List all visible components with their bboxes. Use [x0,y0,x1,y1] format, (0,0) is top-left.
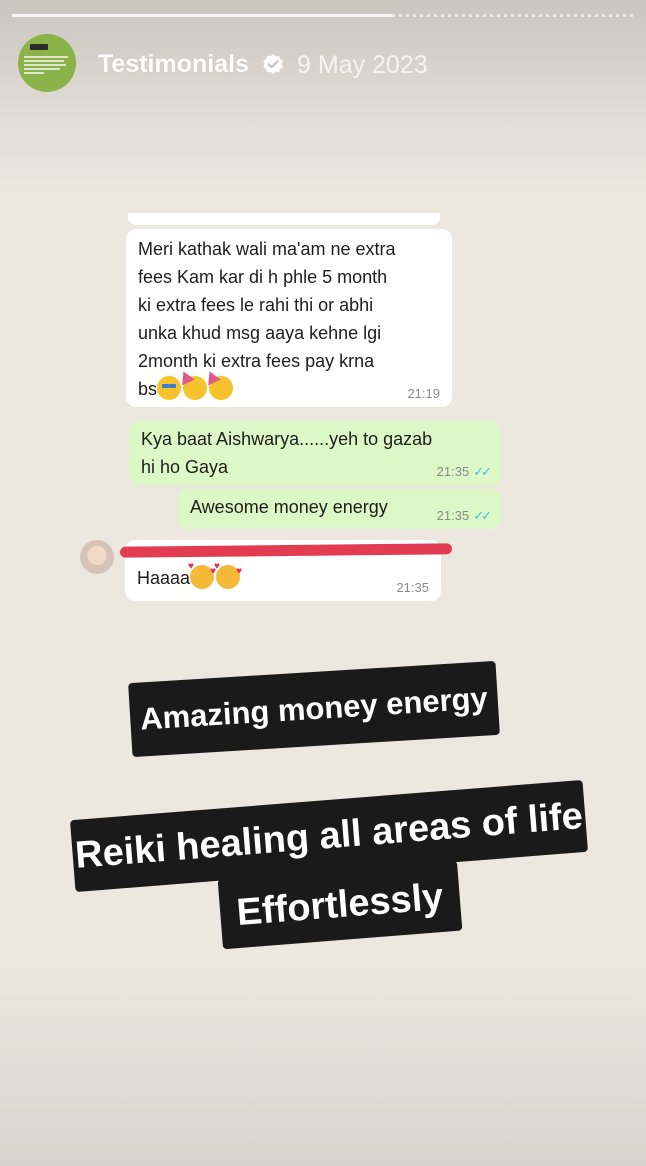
message-line: Kya baat Aishwarya......yeh to gazab [141,429,433,449]
read-ticks-icon: ✓✓ [473,464,492,479]
read-ticks-icon: ✓✓ [473,508,492,523]
chat-message-outgoing[interactable]: Kya baat Aishwarya......yeh to gazab hi … [129,421,501,485]
avatar-text-line [24,60,64,62]
avatar-logo-mark [30,44,48,50]
story-date: 9 May 2023 [297,51,428,79]
message-time: 21:35 [436,508,470,523]
partying-face-emoji [209,376,234,400]
message-text: Haaaa [137,568,191,588]
message-meta: 21:35 ✓✓ [436,464,492,479]
background-top [0,0,646,200]
message-line: unka khud msg aaya kehne lgi [138,323,382,343]
account-name[interactable]: Testimonials [98,50,249,79]
previous-message-peek [128,213,440,225]
chat-message-outgoing[interactable]: Awesome money energy 21:35 ✓✓ [178,489,501,529]
account-avatar[interactable] [18,34,76,92]
message-line: ki extra fees le rahi thi or abhi [138,295,374,315]
story-progress-done [12,14,392,17]
message-line-last: bs [138,375,440,403]
avatar-text-line [24,64,66,66]
background-bottom [0,960,646,1166]
message-line: Meri kathak wali ma'am ne extra [138,239,396,259]
star-struck-emoji [157,376,182,400]
avatar-text-line [24,72,44,74]
verified-badge-icon [263,54,283,74]
chat-message-incoming[interactable]: Meri kathak wali ma'am ne extra fees Kam… [126,229,452,407]
text-sticker: Amazing money energy [128,660,500,758]
message-line: Haaaa [137,562,429,592]
message-line: fees Kam kar di h phle 5 month [138,267,388,287]
message-time: 21:35 [436,464,470,479]
story-progress-remaining [392,14,634,17]
partying-face-emoji [183,376,208,400]
story-progress-bar [12,14,634,17]
smiling-face-with-hearts-emoji [188,562,216,589]
smiling-face-with-hearts-emoji [214,562,242,589]
message-text: bs [138,379,158,399]
avatar-text-line [24,68,60,70]
message-meta: 21:35 ✓✓ [436,508,492,523]
message-time: 21:35 [396,580,429,595]
contact-avatar[interactable] [80,540,114,574]
message-time: 21:19 [407,386,440,401]
avatar-text-line [24,56,68,58]
